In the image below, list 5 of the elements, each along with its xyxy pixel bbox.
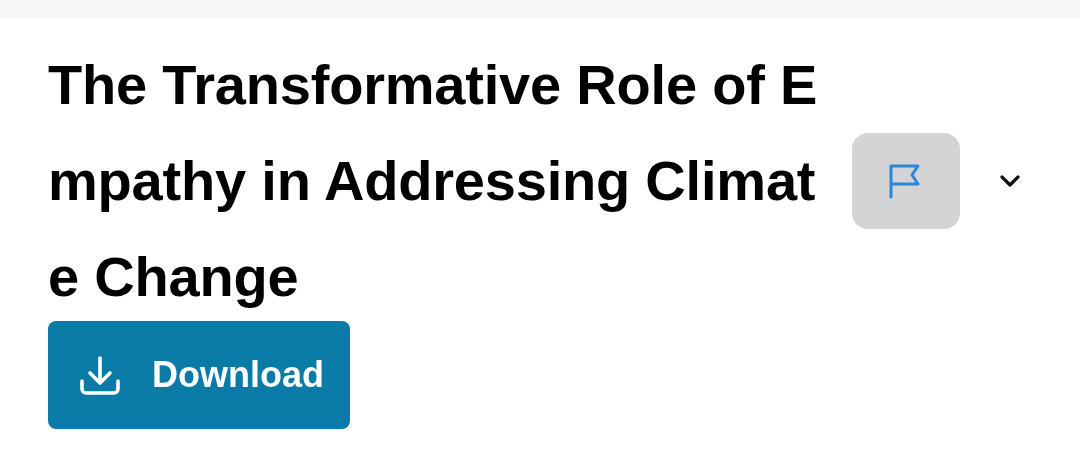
download-button[interactable]: Download (48, 321, 350, 429)
download-icon (78, 353, 122, 397)
article-title: The Transformative Role of Empathy in Addressing Climate Change (48, 52, 818, 310)
chevron-down-icon[interactable] (998, 173, 1022, 189)
flag-button[interactable] (852, 133, 960, 229)
